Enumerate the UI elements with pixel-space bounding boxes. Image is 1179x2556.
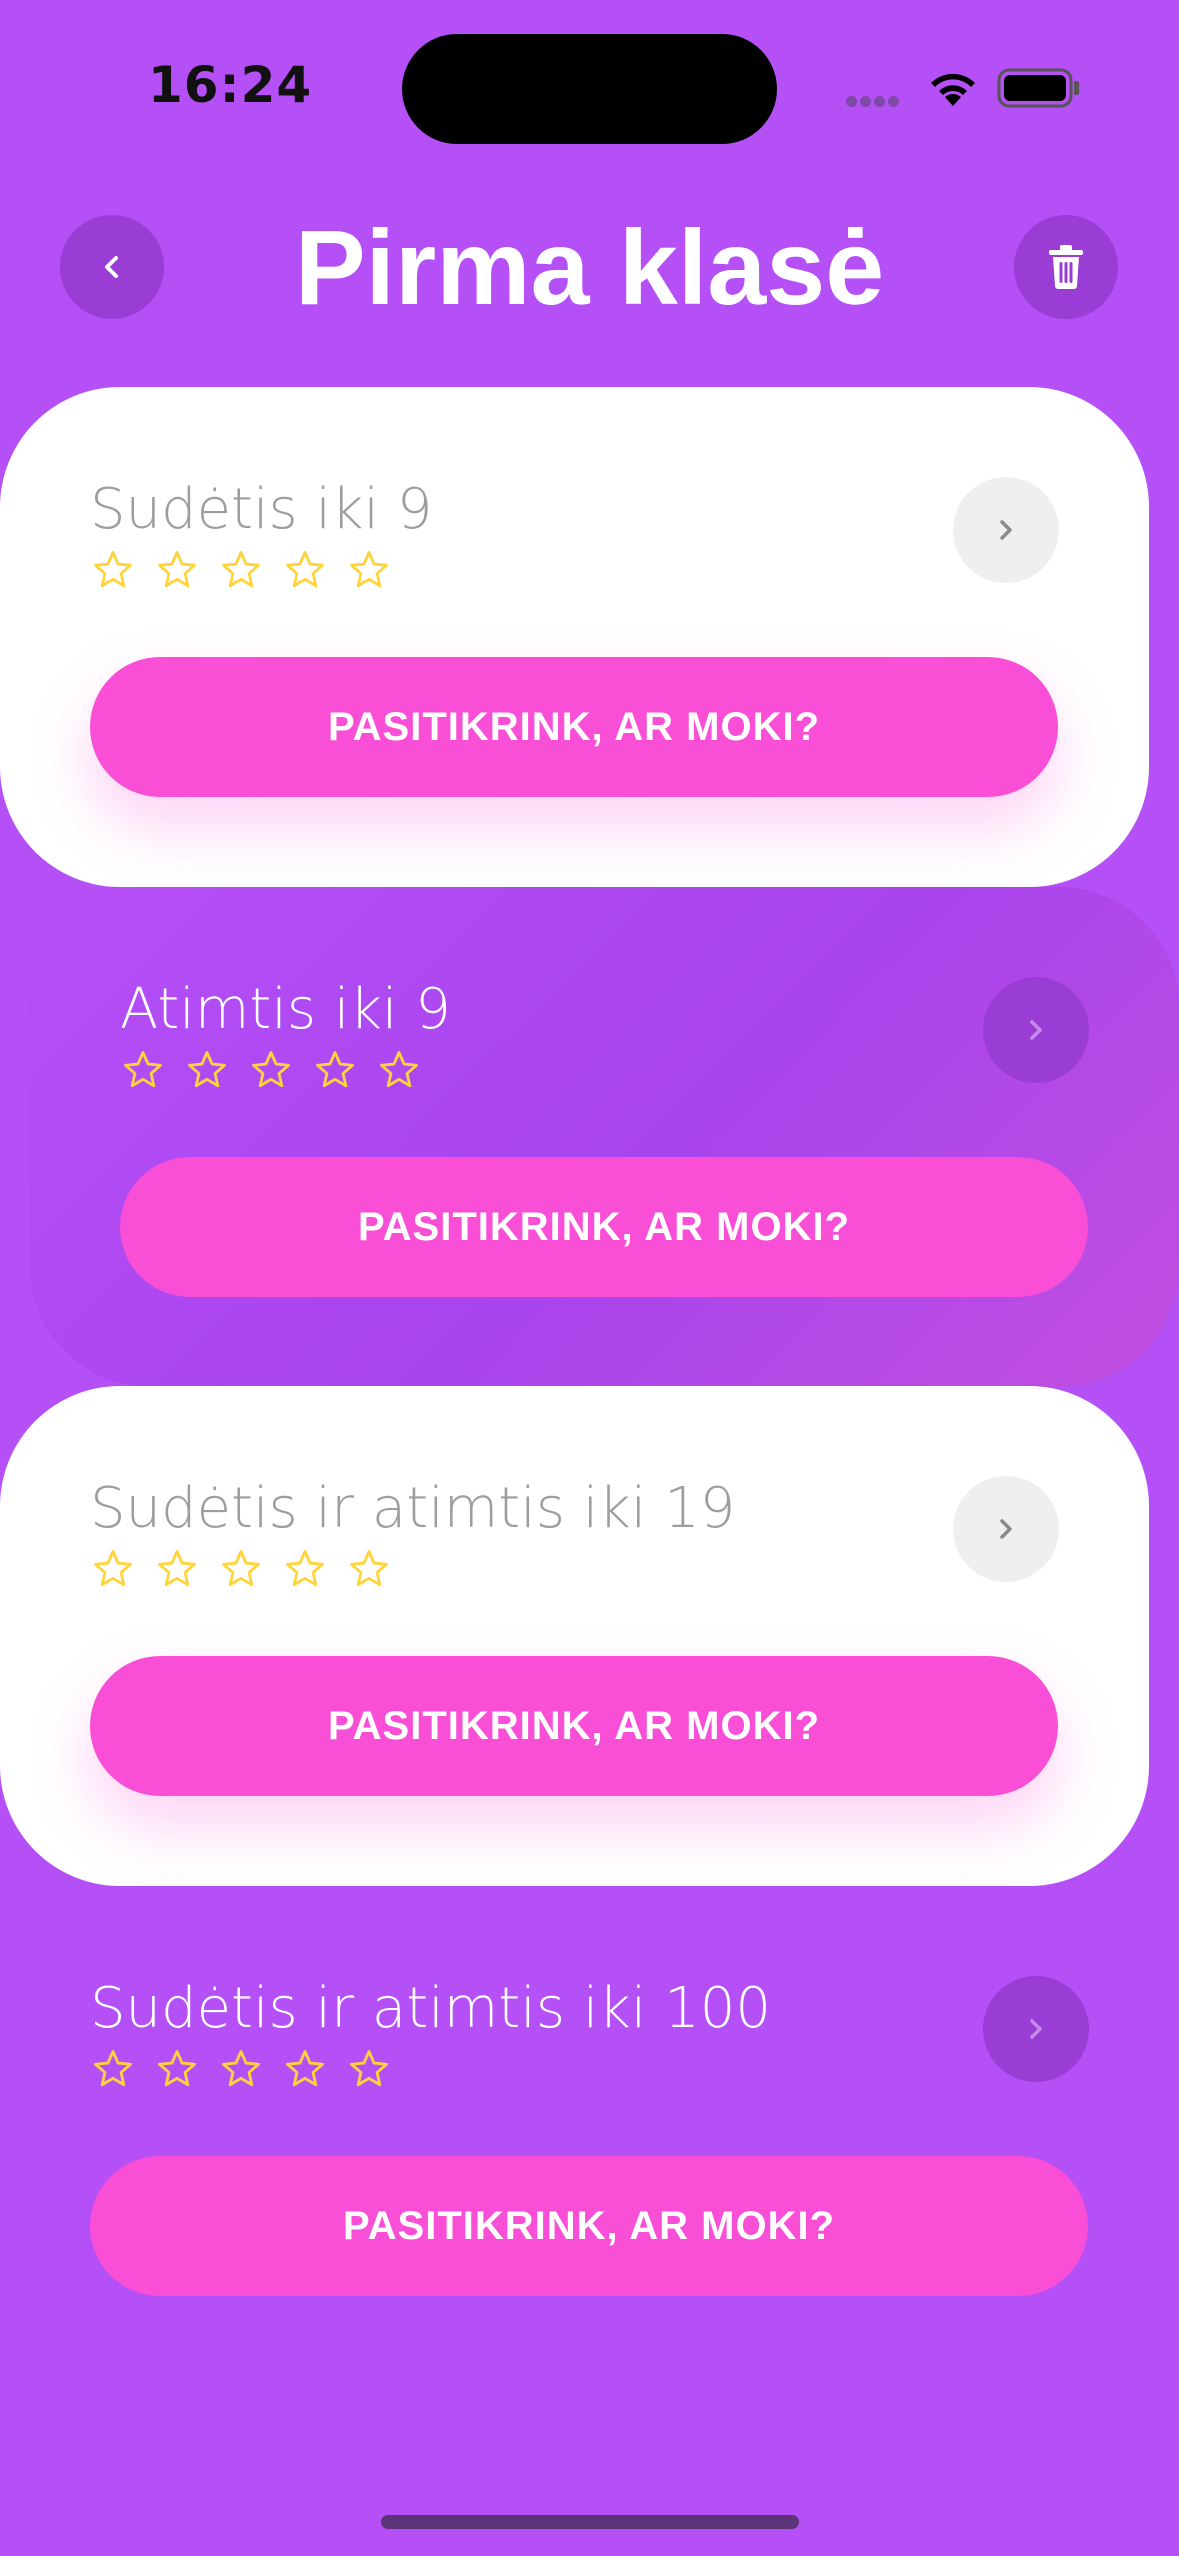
star-outline-icon <box>286 2050 324 2087</box>
test-yourself-button[interactable]: PASITIKRINK, AR MOKI? <box>90 2156 1088 2296</box>
star-outline-icon <box>380 1051 418 1088</box>
chevron-right-icon <box>1030 1020 1042 1040</box>
star-outline-icon <box>286 551 324 588</box>
star-outline-icon <box>222 551 260 588</box>
cellular-signal-icon <box>846 94 902 112</box>
lesson-title: Sudėtis iki 9 <box>90 477 433 542</box>
open-lesson-button[interactable] <box>983 977 1089 1083</box>
star-outline-icon <box>252 1051 290 1088</box>
star-outline-icon <box>94 1550 132 1587</box>
star-outline-icon <box>158 551 196 588</box>
open-lesson-button[interactable] <box>953 477 1059 583</box>
chevron-right-icon <box>1000 520 1012 540</box>
star-outline-icon <box>286 1550 324 1587</box>
lesson-title: Atimtis iki 9 <box>120 977 451 1042</box>
chevron-right-icon <box>1030 2019 1042 2039</box>
star-outline-icon <box>222 1550 260 1587</box>
test-yourself-button[interactable]: PASITIKRINK, AR MOKI? <box>90 657 1058 797</box>
test-yourself-button[interactable]: PASITIKRINK, AR MOKI? <box>120 1157 1088 1297</box>
wifi-icon <box>931 73 975 106</box>
star-outline-icon <box>222 2050 260 2087</box>
delete-button[interactable] <box>1014 215 1118 319</box>
star-outline-icon <box>350 2050 388 2087</box>
star-outline-icon <box>124 1051 162 1088</box>
status-time: 16:24 <box>148 56 313 114</box>
star-rating <box>92 549 390 591</box>
star-outline-icon <box>94 551 132 588</box>
star-outline-icon <box>158 2050 196 2087</box>
test-yourself-button[interactable]: PASITIKRINK, AR MOKI? <box>90 1656 1058 1796</box>
trash-icon <box>1049 245 1083 289</box>
status-bar: 16:24 <box>0 0 1179 170</box>
lesson-card: Sudėtis ir atimtis iki 19 PASITIKRINK, A… <box>0 1386 1149 1886</box>
dynamic-island <box>402 34 777 144</box>
star-outline-icon <box>350 551 388 588</box>
star-outline-icon <box>350 1550 388 1587</box>
lesson-card: Atimtis iki 9 PASITIKRINK, AR MOKI? <box>30 887 1179 1387</box>
home-indicator[interactable] <box>381 2515 799 2529</box>
lesson-title: Sudėtis ir atimtis iki 19 <box>90 1476 736 1541</box>
star-outline-icon <box>316 1051 354 1088</box>
star-rating <box>122 1049 420 1091</box>
header: Pirma klasė <box>0 170 1179 390</box>
battery-icon <box>997 68 1079 108</box>
star-rating <box>92 1548 390 1590</box>
lesson-card: Sudėtis ir atimtis iki 100 PASITIKRINK, … <box>0 1886 1179 2386</box>
star-rating <box>92 2048 390 2090</box>
lesson-card: Sudėtis iki 9 PASITIKRINK, AR MOKI? <box>0 387 1149 887</box>
open-lesson-button[interactable] <box>953 1476 1059 1582</box>
star-outline-icon <box>158 1550 196 1587</box>
star-outline-icon <box>94 2050 132 2087</box>
star-outline-icon <box>188 1051 226 1088</box>
lesson-title: Sudėtis ir atimtis iki 100 <box>90 1976 772 2041</box>
page-title: Pirma klasė <box>294 209 885 327</box>
open-lesson-button[interactable] <box>983 1976 1089 2082</box>
chevron-right-icon <box>1000 1519 1012 1539</box>
